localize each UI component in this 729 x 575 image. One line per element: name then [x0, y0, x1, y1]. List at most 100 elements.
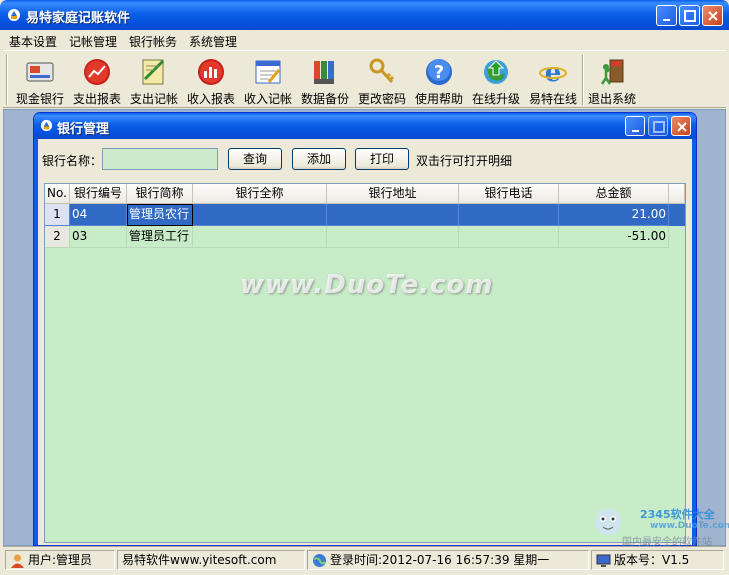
bank-amount-cell: 21.00: [559, 204, 669, 226]
bank-window-maximize-button: [648, 116, 668, 136]
query-button[interactable]: 查询: [228, 148, 282, 170]
print-button[interactable]: 打印: [355, 148, 409, 170]
watermark: www.DuoTe.com: [240, 270, 494, 300]
minimize-icon: [632, 130, 639, 132]
bank-window-title-bar[interactable]: 银行管理: [34, 113, 696, 139]
bank-management-window: 银行管理 银行名称： 查询 添加 打印 双击行可打开明细 No. 银行编号 银行…: [33, 112, 697, 546]
status-login-time: 登录时间:2012-07-16 16:57:39 星期一: [330, 553, 550, 567]
app-icon: [40, 119, 53, 132]
bank-window-close-button[interactable]: [671, 116, 691, 136]
bank-name-input[interactable]: [102, 148, 218, 170]
toolbar-expense-entry-button[interactable]: 支出记帐: [126, 53, 182, 107]
ie-icon: e: [539, 58, 567, 87]
status-version-pane: 版本号：V1.5: [591, 550, 724, 570]
logo-brand: 2345软件大全: [640, 508, 715, 521]
menu-bookkeeping[interactable]: 记帐管理: [69, 33, 117, 50]
toolbar-exit-label: 退出系统: [587, 92, 636, 106]
toolbar-help-label: 使用帮助: [414, 92, 463, 106]
toolbar-help-button[interactable]: ? 使用帮助: [411, 53, 467, 107]
app-title: 易特家庭记账软件: [26, 11, 131, 26]
bank-window-minimize-button[interactable]: [625, 116, 645, 136]
window-border: [34, 139, 38, 545]
maximize-button[interactable]: [679, 5, 700, 26]
add-button[interactable]: 添加: [292, 148, 346, 170]
toolbar-expense-report-button[interactable]: 支出报表: [69, 53, 125, 107]
help-icon: ?: [426, 59, 452, 85]
toolbar: 现金银行 支出报表 支出记帐 收入报表 收入记帐 数据备份 更改密码 ? 使用帮…: [3, 50, 726, 108]
bank-full-name-cell: [193, 226, 327, 248]
toolbar-backup-button[interactable]: 数据备份: [297, 53, 353, 107]
column-header-phone[interactable]: 银行电话: [459, 184, 559, 204]
column-header-code[interactable]: 银行编号: [70, 184, 127, 204]
svg-text:e: e: [545, 58, 562, 87]
cash-bank-icon: [26, 62, 54, 82]
bank-window-title: 银行管理: [57, 122, 110, 137]
status-site: 易特软件www.yitesoft.com: [122, 553, 277, 567]
table-row[interactable]: 2 03 管理员工行 -51.00: [45, 226, 685, 248]
column-header-amount[interactable]: 总金额: [559, 184, 669, 204]
income-report-icon: [198, 59, 224, 85]
bank-address-cell: [327, 226, 459, 248]
bank-short-name-cell: 管理员工行: [127, 226, 193, 248]
bank-amount-cell: -51.00: [559, 226, 669, 248]
bank-phone-cell: [459, 226, 559, 248]
main-title-bar: 易特家庭记账软件: [0, 0, 729, 30]
bank-phone-cell: [459, 204, 559, 226]
close-button[interactable]: [702, 5, 723, 26]
exit-icon: [600, 59, 624, 85]
minimize-icon: [663, 19, 670, 21]
bank-name-label: 银行名称：: [42, 154, 103, 168]
toolbar-expense-report-label: 支出报表: [72, 92, 121, 106]
menu-basic-settings[interactable]: 基本设置: [9, 33, 57, 50]
toolbar-income-entry-label: 收入记帐: [243, 92, 292, 106]
close-icon: [708, 11, 718, 21]
expense-report-icon: [84, 59, 110, 85]
cell-focus-frame: [127, 204, 193, 226]
bank-full-name-cell: [193, 204, 327, 226]
income-entry-icon: [255, 60, 281, 84]
toolbar-income-report-button[interactable]: 收入报表: [183, 53, 239, 107]
status-site-pane: 易特软件www.yitesoft.com: [117, 550, 305, 570]
logo-url: www.DuoTe.com: [650, 521, 729, 531]
minimize-button[interactable]: [656, 5, 677, 26]
column-header-short-name[interactable]: 银行简称: [127, 184, 193, 204]
bank-code-cell: 03: [70, 226, 127, 248]
column-header-full-name[interactable]: 银行全称: [193, 184, 327, 204]
column-header-address[interactable]: 银行地址: [327, 184, 459, 204]
status-login-pane: 登录时间:2012-07-16 16:57:39 星期一: [307, 550, 589, 570]
status-user-pane: 用户:管理员: [5, 550, 115, 570]
svg-text:?: ?: [434, 62, 444, 83]
menu-bank-accounts[interactable]: 银行帐务: [129, 33, 177, 50]
bank-table[interactable]: No. 银行编号 银行简称 银行全称 银行地址 银行电话 总金额 1 04 管理…: [44, 183, 686, 543]
menu-system[interactable]: 系统管理: [189, 33, 237, 50]
close-icon: [677, 122, 687, 132]
column-header-filler: [669, 184, 685, 204]
status-user: 用户:管理员: [28, 553, 93, 567]
row-number: 2: [45, 226, 70, 248]
toolbar-cash-bank-button[interactable]: 现金银行: [12, 53, 68, 107]
bank-code-cell: 04: [70, 204, 127, 226]
globe-icon: [313, 554, 326, 567]
row-number: 1: [45, 204, 70, 226]
computer-icon: [596, 554, 611, 567]
toolbar-separator: [6, 55, 8, 105]
status-bar: 用户:管理员 易特软件www.yitesoft.com 登录时间:2012-07…: [3, 546, 726, 572]
toolbar-online-label: 易特在线: [528, 92, 577, 106]
upgrade-icon: [484, 60, 508, 84]
toolbar-upgrade-button[interactable]: 在线升级: [468, 53, 524, 107]
toolbar-expense-entry-label: 支出记帐: [129, 92, 178, 106]
toolbar-change-password-button[interactable]: 更改密码: [354, 53, 410, 107]
column-header-no[interactable]: No.: [45, 184, 70, 204]
toolbar-upgrade-label: 在线升级: [471, 92, 520, 106]
key-icon: [369, 58, 395, 84]
toolbar-income-entry-button[interactable]: 收入记帐: [240, 53, 296, 107]
maximize-icon: [653, 121, 665, 133]
status-version: 版本号：V1.5: [614, 553, 690, 567]
corner-logo: 2345软件大全 www.DuoTe.com 国内最安全的软件站: [592, 502, 729, 548]
toolbar-online-button[interactable]: e 易特在线: [525, 53, 581, 107]
toolbar-exit-button[interactable]: 退出系统: [584, 53, 640, 107]
mascot-icon: [595, 509, 621, 535]
expense-entry-icon: [142, 59, 165, 85]
toolbar-cash-bank-label: 现金银行: [15, 92, 64, 106]
menu-bar: 基本设置 记帐管理 银行帐务 系统管理: [3, 30, 726, 50]
